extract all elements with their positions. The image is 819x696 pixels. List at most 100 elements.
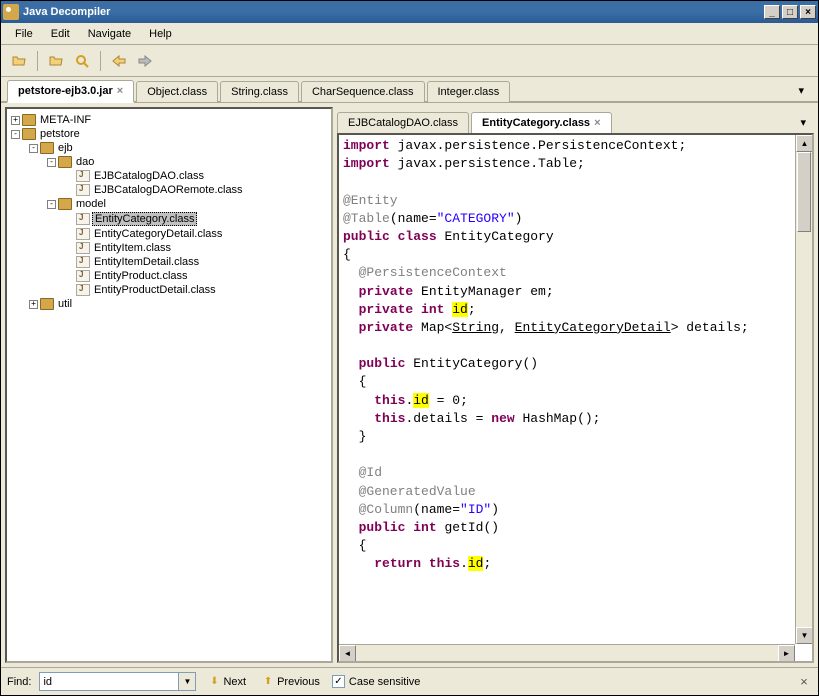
find-next-button[interactable]: ⬇ Next [204,674,250,690]
find-previous-label: Previous [277,676,320,688]
minimize-button[interactable]: _ [764,5,780,19]
editor-tabs: EJBCatalogDAO.classEntityCategory.class×… [337,107,814,133]
collapse-icon[interactable]: - [47,200,56,209]
tab-close-icon[interactable]: × [594,117,600,129]
tree-node[interactable]: EntityItemDetail.class [11,255,327,269]
package-icon [22,128,36,140]
scroll-thumb[interactable] [797,152,811,232]
tab-label: String.class [231,86,288,98]
find-input[interactable] [39,672,179,691]
tree-node-label: EntityCategoryDetail.class [92,228,224,240]
class-file-icon [76,256,90,268]
editor-tab[interactable]: EntityCategory.class× [471,112,611,133]
menu-file[interactable]: File [7,26,41,42]
tree-spacer [65,215,74,224]
menubar: File Edit Navigate Help [1,23,818,45]
find-label: Find: [7,676,31,688]
class-file-icon [76,170,90,182]
tree-node-label: dao [74,156,96,168]
menu-edit[interactable]: Edit [43,26,78,42]
class-file-icon [76,228,90,240]
tree-node-label: META-INF [38,114,93,126]
tree-node[interactable]: EntityCategory.class [11,211,327,227]
tree-node[interactable]: EntityProduct.class [11,269,327,283]
toolbar-separator [37,51,38,71]
tree-node[interactable]: + META-INF [11,113,327,127]
case-sensitive-label: Case sensitive [349,676,421,688]
toolbar-separator [100,51,101,71]
main-tab[interactable]: String.class [220,81,299,102]
expand-icon[interactable]: + [29,300,38,309]
tab-label: CharSequence.class [312,86,414,98]
tree-node[interactable]: + util [11,297,327,311]
tree-node[interactable]: -model [11,197,327,211]
expand-icon[interactable]: + [11,116,20,125]
tree-node-label: EntityProduct.class [92,270,190,282]
tab-label: petstore-ejb3.0.jar [18,85,113,97]
tree-node[interactable]: -petstore [11,127,327,141]
tree-spacer [65,258,74,267]
checkbox-icon: ✓ [332,675,345,688]
scroll-up-icon[interactable]: ▲ [796,135,813,152]
main-tabs: petstore-ejb3.0.jar × Object.class String.c… [1,77,818,103]
package-icon [40,142,54,154]
scroll-down-icon[interactable]: ▼ [796,627,813,644]
forward-button[interactable] [133,49,157,73]
back-button[interactable] [107,49,131,73]
tree-node[interactable]: EntityItem.class [11,241,327,255]
collapse-icon[interactable]: - [29,144,38,153]
collapse-icon[interactable]: - [47,158,56,167]
horizontal-scrollbar[interactable]: ◄ ► [339,644,795,661]
editor-tabs-overflow-icon[interactable]: ▾ [792,112,814,133]
collapse-icon[interactable]: - [11,130,20,139]
findbar-close-button[interactable]: × [796,674,812,690]
editor-tab[interactable]: EJBCatalogDAO.class [337,112,469,133]
vertical-scrollbar[interactable]: ▲ ▼ [795,135,812,644]
class-file-icon [76,184,90,196]
case-sensitive-checkbox[interactable]: ✓ Case sensitive [332,675,421,688]
maximize-button[interactable]: □ [782,5,798,19]
tree-node-label: EntityItem.class [92,242,173,254]
tree-node[interactable]: EJBCatalogDAORemote.class [11,183,327,197]
scroll-left-icon[interactable]: ◄ [339,645,356,662]
main-tab[interactable]: Object.class [136,81,218,102]
tree-spacer [65,172,74,181]
tab-close-icon[interactable]: × [117,85,123,97]
tree-node[interactable]: - dao [11,155,327,169]
app-icon [3,4,19,20]
search-button[interactable] [70,49,94,73]
menu-navigate[interactable]: Navigate [80,26,139,42]
package-tree[interactable]: +META-INF-petstore-ejb-daoEJBCatalogDAO.… [5,107,333,663]
tree-node-label: util [56,298,74,310]
open-file-button[interactable] [7,49,31,73]
tree-node-label: EntityProductDetail.class [92,284,218,296]
tree-spacer [65,186,74,195]
tree-node[interactable]: EJBCatalogDAO.class [11,169,327,183]
main-tab[interactable]: petstore-ejb3.0.jar × [7,80,134,103]
down-arrow-icon: ⬇ [208,676,220,688]
tree-node-label: EntityCategory.class [92,212,197,226]
close-button[interactable]: × [800,5,816,19]
tree-node[interactable]: -ejb [11,141,327,155]
package-icon [40,298,54,310]
up-arrow-icon: ⬆ [262,676,274,688]
tree-spacer [65,230,74,239]
code-editor[interactable]: import javax.persistence.PersistenceCont… [337,133,814,663]
class-file-icon [76,242,90,254]
window-title: Java Decompiler [23,6,764,18]
titlebar[interactable]: Java Decompiler _ □ × [1,1,818,23]
tabs-overflow-icon[interactable]: ▾ [790,80,812,101]
toolbar [1,45,818,77]
tree-node[interactable]: EntityCategoryDetail.class [11,227,327,241]
findbar: Find: ▼ ⬇ Next ⬆ Previous ✓ Case sensiti… [1,667,818,695]
open-type-button[interactable] [44,49,68,73]
tree-node[interactable]: EntityProductDetail.class [11,283,327,297]
menu-help[interactable]: Help [141,26,180,42]
scroll-right-icon[interactable]: ► [778,645,795,662]
main-tab[interactable]: CharSequence.class [301,81,425,102]
find-previous-button[interactable]: ⬆ Previous [258,674,324,690]
main-tab[interactable]: Integer.class [427,81,511,102]
class-file-icon [76,213,90,225]
tree-spacer [65,286,74,295]
find-dropdown-icon[interactable]: ▼ [179,672,196,691]
